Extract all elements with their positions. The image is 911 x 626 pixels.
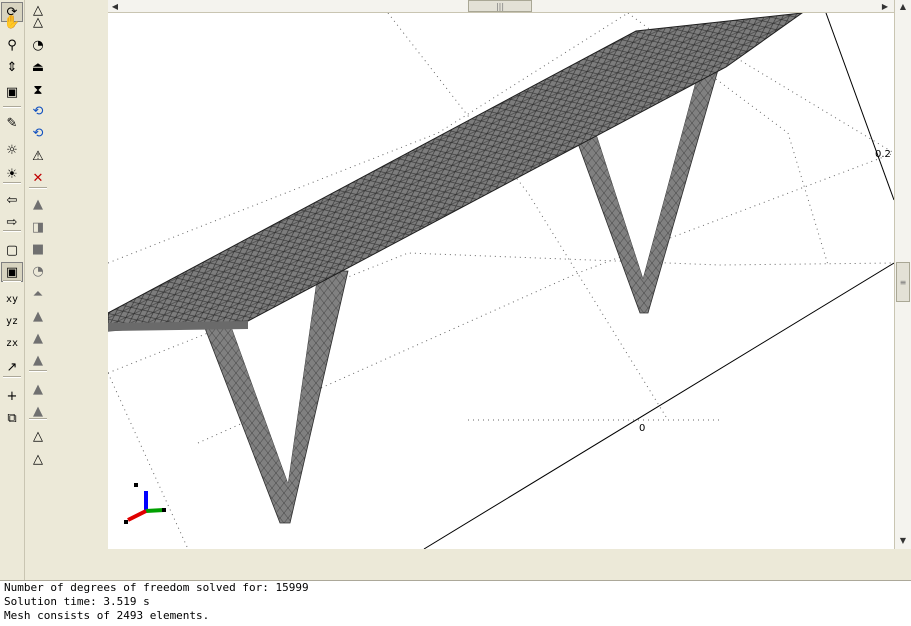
message-log: Number of degrees of freedom solved for:… bbox=[0, 580, 911, 626]
mesh-triangle-icon[interactable]: ⚠ bbox=[27, 146, 49, 166]
toolbar-separator bbox=[29, 418, 47, 420]
wireframe-icon[interactable]: ▢ bbox=[1, 240, 23, 260]
triangle-plain-icon[interactable]: △ bbox=[27, 449, 49, 469]
zoom-extents-icon[interactable]: ⇕ bbox=[1, 57, 23, 77]
copy-view-icon[interactable]: ⧉ bbox=[1, 408, 23, 428]
view-zx-icon[interactable]: zx bbox=[1, 334, 23, 354]
vertical-scroll-thumb[interactable]: ≡ bbox=[896, 262, 910, 302]
scroll-right-arrow-icon[interactable]: ▶ bbox=[880, 1, 890, 12]
toolbar-separator bbox=[3, 376, 21, 378]
axis-label-zero: 0 bbox=[639, 423, 645, 434]
forward-arrow-icon[interactable]: ⇨ bbox=[1, 212, 23, 232]
zoom-icon[interactable]: ⚲ bbox=[1, 35, 23, 55]
delete-mesh-icon[interactable]: ✕ bbox=[27, 168, 49, 188]
tetra-icon[interactable]: ▲ bbox=[27, 328, 49, 348]
pan-hand-icon[interactable]: ✋ bbox=[1, 12, 23, 32]
log-line-dof: Number of degrees of freedom solved for:… bbox=[4, 581, 309, 594]
axis-toggle-icon[interactable]: ↗ bbox=[1, 357, 23, 377]
back-arrow-icon[interactable]: ⇦ bbox=[1, 190, 23, 210]
solid-triangle-icon[interactable]: ▲ bbox=[27, 194, 49, 214]
toolbar-separator bbox=[3, 106, 21, 108]
view-toolbar: ⟳ ✋ ⚲ ⇕ ▣ ✎ ☼ ☀ ⇦ ⇨ ▢ ▣ xy yz zx ↗ + ⧉ bbox=[0, 0, 25, 580]
add-triangle-icon[interactable]: △ bbox=[27, 426, 49, 446]
add-view-icon[interactable]: + bbox=[1, 386, 23, 406]
light-settings-icon[interactable]: ✎ bbox=[1, 113, 23, 133]
axis-label-upper: 0.2 bbox=[875, 149, 891, 160]
scroll-up-arrow-icon[interactable]: ▲ bbox=[897, 2, 909, 12]
toolbar-separator bbox=[3, 182, 21, 184]
vertical-scrollbar[interactable]: ▲ ≡ ▼ bbox=[894, 0, 911, 549]
mesh-toolbar: △ △ ◔ ⏏ ⧗ ⟲ ⟲ ⚠ ✕ ▲ ◨ ■ ◔ ⏶ ▲ ▲ ▲ ▲ ▲ △ △ bbox=[26, 0, 50, 580]
subdomain-icon[interactable]: ◔ bbox=[27, 35, 49, 55]
pyramid-icon[interactable]: ▲ bbox=[27, 306, 49, 326]
bridge-deck bbox=[108, 13, 803, 332]
view-xy-icon[interactable]: xy bbox=[1, 290, 23, 310]
graphics-viewport[interactable]: 0.2 0 bbox=[108, 13, 894, 549]
scene-light-icon[interactable]: ☀ bbox=[1, 164, 23, 184]
cone-icon[interactable]: ⏶ bbox=[27, 284, 49, 304]
horizontal-scroll-thumb[interactable]: ||| bbox=[468, 0, 532, 12]
refine-selected-icon[interactable]: ⟲ bbox=[27, 123, 49, 143]
tetra-split-icon[interactable]: ▲ bbox=[27, 350, 49, 370]
toolbar-separator bbox=[29, 370, 47, 372]
refine-icon[interactable]: ⟲ bbox=[27, 101, 49, 121]
boundary-icon[interactable]: ⏏ bbox=[27, 57, 49, 77]
mesh-plot: 0.2 0 bbox=[108, 13, 894, 549]
scroll-down-arrow-icon[interactable]: ▼ bbox=[897, 536, 909, 546]
triangle-outline-icon[interactable]: △ bbox=[27, 12, 49, 32]
block-icon[interactable]: ■ bbox=[27, 239, 49, 259]
headlight-icon[interactable]: ☼ bbox=[1, 140, 23, 160]
face-icon[interactable]: ◨ bbox=[27, 217, 49, 237]
log-line-mesh: Mesh consists of 2493 elements. bbox=[4, 609, 210, 622]
triangle-gray-icon[interactable]: ▲ bbox=[27, 379, 49, 399]
transparency-icon[interactable]: ▣ bbox=[1, 262, 23, 282]
horizontal-scrollbar[interactable]: ◀ ||| ▶ bbox=[108, 0, 894, 13]
log-line-solution-time: Solution time: 3.519 s bbox=[4, 595, 150, 608]
toolbar-separator bbox=[29, 187, 47, 189]
axis-triad-icon bbox=[124, 483, 166, 524]
view-yz-icon[interactable]: yz bbox=[1, 312, 23, 332]
swept-icon[interactable]: ◔ bbox=[27, 261, 49, 281]
select-objects-icon[interactable]: ▣ bbox=[1, 82, 23, 102]
hourglass-icon[interactable]: ⧗ bbox=[27, 80, 49, 100]
toolbar-separator bbox=[3, 280, 21, 282]
scroll-left-arrow-icon[interactable]: ◀ bbox=[110, 1, 120, 12]
toolbar-separator bbox=[3, 230, 21, 232]
